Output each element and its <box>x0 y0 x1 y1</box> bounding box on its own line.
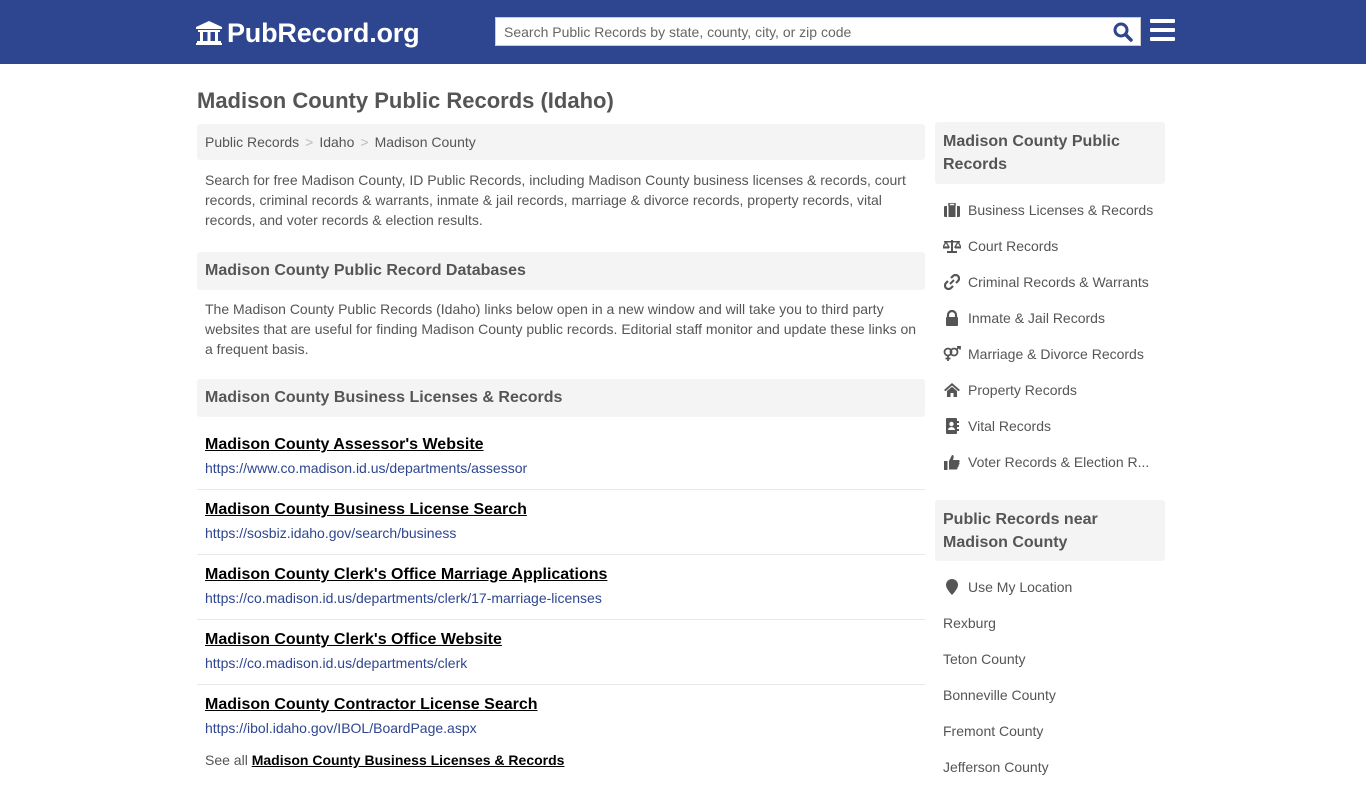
sidebar-item-label: Business Licenses & Records <box>968 202 1154 218</box>
menu-bar-icon <box>1150 28 1175 32</box>
breadcrumb-separator: > <box>360 134 369 150</box>
record-link-url[interactable]: https://sosbiz.idaho.gov/search/business <box>205 525 917 541</box>
sidebar-item-marriage[interactable]: Marriage & Divorce Records <box>943 336 1165 372</box>
search-icon <box>1113 22 1133 42</box>
record-link-title[interactable]: Madison County Clerk's Office Website <box>205 631 917 649</box>
link-icon <box>943 274 961 290</box>
site-logo[interactable]: PubRecord.org <box>195 17 420 49</box>
list-item: Madison County Business License Search h… <box>197 490 925 555</box>
see-all-link[interactable]: Madison County Business Licenses & Recor… <box>252 752 565 768</box>
bank-building-icon <box>196 21 222 45</box>
nearby-location-link[interactable]: Rexburg <box>943 605 1165 641</box>
search-box <box>495 17 1141 46</box>
logo-text: PubRecord.org <box>227 17 420 48</box>
sidebar-item-voter[interactable]: Voter Records & Election R... <box>943 444 1165 480</box>
sidebar-item-label: Inmate & Jail Records <box>968 310 1105 326</box>
record-link-url[interactable]: https://www.co.madison.id.us/departments… <box>205 460 917 476</box>
breadcrumb-separator: > <box>305 134 314 150</box>
breadcrumb-idaho[interactable]: Idaho <box>319 134 354 150</box>
menu-bar-icon <box>1150 37 1175 41</box>
sidebar-item-label: Court Records <box>968 238 1059 254</box>
breadcrumb-madison-county[interactable]: Madison County <box>375 134 476 150</box>
breadcrumb: Public Records > Idaho > Madison County <box>197 124 925 160</box>
top-navigation-bar: PubRecord.org <box>0 0 1366 64</box>
sidebar-item-inmate[interactable]: Inmate & Jail Records <box>943 300 1165 336</box>
search-button[interactable] <box>1113 22 1135 42</box>
record-link-title[interactable]: Madison County Business License Search <box>205 501 917 519</box>
sidebar-records-heading: Madison County Public Records <box>935 122 1165 184</box>
list-item: Madison County Clerk's Office Website ht… <box>197 620 925 685</box>
briefcase-icon <box>943 202 961 218</box>
use-my-location-label: Use My Location <box>968 579 1073 595</box>
hamburger-menu-button[interactable] <box>1150 19 1175 42</box>
intro-text: Search for free Madison County, ID Publi… <box>205 172 906 228</box>
sidebar-item-label: Voter Records & Election R... <box>968 454 1150 470</box>
see-all-prefix: See all <box>205 752 248 768</box>
breadcrumb-public-records[interactable]: Public Records <box>205 134 299 150</box>
nearby-location-link[interactable]: Teton County <box>943 641 1165 677</box>
venus-mars-icon <box>943 346 961 362</box>
nearby-locations-list: Use My Location Rexburg Teton County Bon… <box>943 569 1165 785</box>
page-title: Madison County Public Records (Idaho) <box>197 88 614 113</box>
sidebar-item-vital[interactable]: Vital Records <box>943 408 1165 444</box>
record-link-title[interactable]: Madison County Clerk's Office Marriage A… <box>205 566 917 584</box>
sidebar-item-label: Marriage & Divorce Records <box>968 346 1144 362</box>
sidebar-item-property[interactable]: Property Records <box>943 372 1165 408</box>
list-item: Madison County Contractor License Search… <box>197 685 925 750</box>
list-item: Madison County Clerk's Office Marriage A… <box>197 555 925 620</box>
databases-description: The Madison County Public Records (Idaho… <box>205 301 917 357</box>
sidebar-item-court[interactable]: Court Records <box>943 228 1165 264</box>
record-link-url[interactable]: https://ibol.idaho.gov/IBOL/BoardPage.as… <box>205 720 917 736</box>
sidebar-item-label: Criminal Records & Warrants <box>968 274 1149 290</box>
sidebar-near-heading: Public Records near Madison County <box>935 500 1165 561</box>
nearby-location-link[interactable]: Jefferson County <box>943 749 1165 785</box>
thumbs-up-icon <box>943 454 961 470</box>
record-link-title[interactable]: Madison County Assessor's Website <box>205 436 917 454</box>
see-all-line: See all Madison County Business Licenses… <box>205 752 564 768</box>
sidebar-item-label: Vital Records <box>968 418 1052 434</box>
nearby-location-link[interactable]: Bonneville County <box>943 677 1165 713</box>
sidebar-item-business[interactable]: Business Licenses & Records <box>943 192 1165 228</box>
use-my-location-button[interactable]: Use My Location <box>943 569 1165 605</box>
balance-scale-icon <box>943 238 961 254</box>
sidebar-item-criminal[interactable]: Criminal Records & Warrants <box>943 264 1165 300</box>
sidebar-records-list: Business Licenses & Records Court Record… <box>943 192 1165 480</box>
list-item: Madison County Assessor's Website https:… <box>197 425 925 490</box>
menu-bar-icon <box>1150 19 1175 23</box>
address-book-icon <box>943 418 961 434</box>
search-input[interactable] <box>496 18 1096 45</box>
record-link-url[interactable]: https://co.madison.id.us/departments/cle… <box>205 655 917 671</box>
record-link-url[interactable]: https://co.madison.id.us/departments/cle… <box>205 590 917 606</box>
record-link-title[interactable]: Madison County Contractor License Search <box>205 696 917 714</box>
home-icon <box>943 382 961 398</box>
business-links-list: Madison County Assessor's Website https:… <box>197 425 925 750</box>
lock-icon <box>943 310 961 326</box>
sidebar-item-label: Property Records <box>968 382 1077 398</box>
map-marker-icon <box>943 579 961 595</box>
business-section-heading: Madison County Business Licenses & Recor… <box>197 379 925 417</box>
databases-heading: Madison County Public Record Databases <box>197 252 925 290</box>
nearby-location-link[interactable]: Fremont County <box>943 713 1165 749</box>
